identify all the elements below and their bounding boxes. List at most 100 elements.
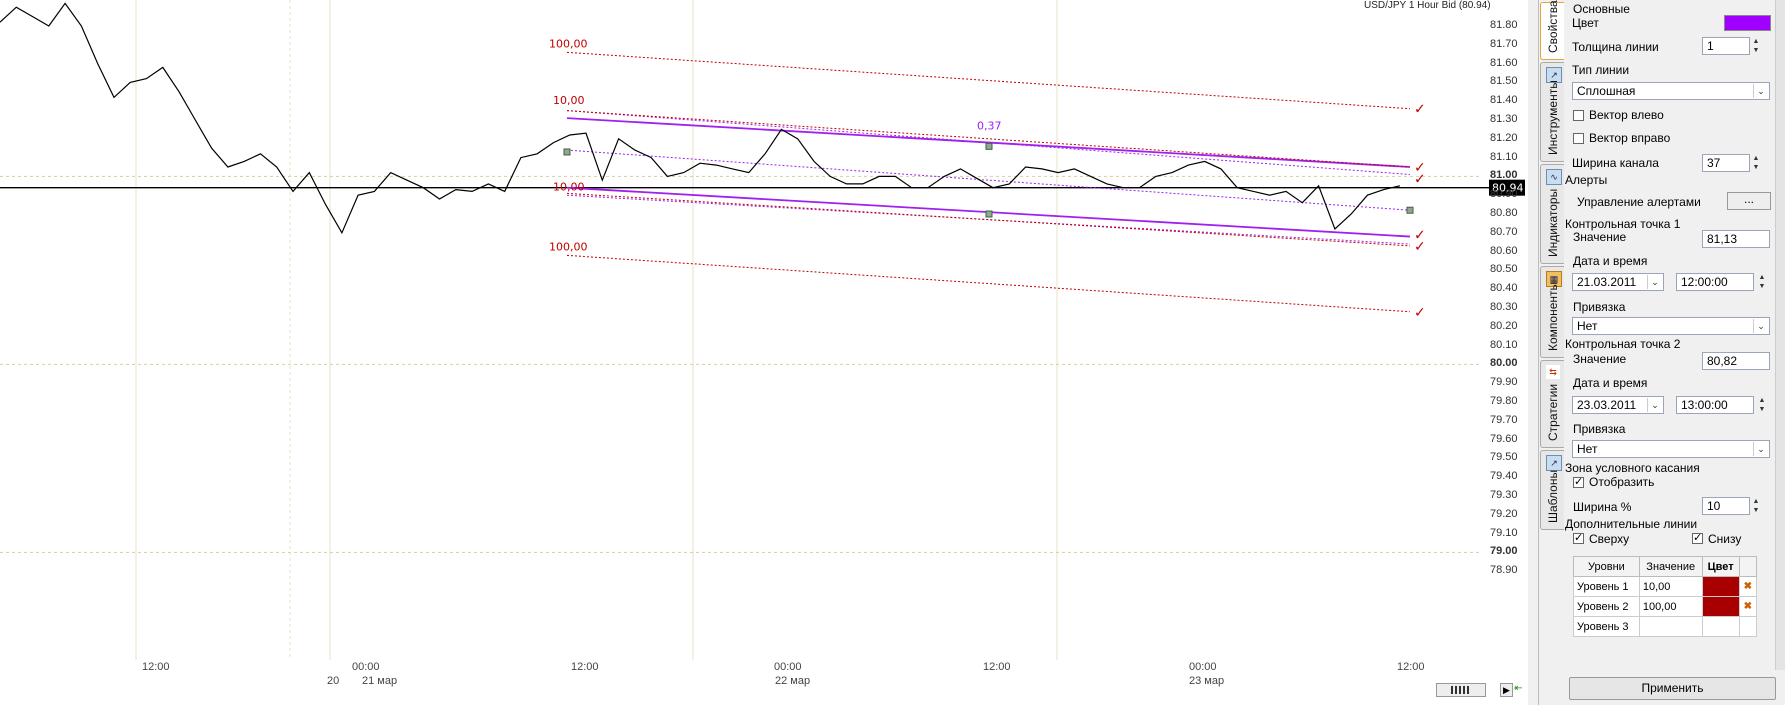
level-color-swatch[interactable] <box>1701 576 1740 597</box>
chart-area[interactable]: 80.94 100,00 10,00 10,00 100,00 0,37 ✓ ✓ ✓ ✓ ✓ ✓ US… <box>0 0 1528 705</box>
action-column-header <box>1738 556 1758 577</box>
apply-button[interactable]: Применить <box>1569 677 1776 700</box>
price-tick-label: 81.70 <box>1490 37 1518 50</box>
alert-check-icon: ✓ <box>1414 305 1426 321</box>
level-color-swatch[interactable] <box>1701 616 1740 637</box>
level-name: Уровень 3 <box>1573 616 1640 637</box>
price-tick-label: 81.40 <box>1490 94 1518 107</box>
indicators-icon: ∿ <box>1546 169 1562 185</box>
scrollbar-thumb[interactable] <box>1451 686 1469 694</box>
price-tick-label: 81.80 <box>1490 19 1518 31</box>
price-chart[interactable]: 80.94100,0010,0010,00100,000,37✓✓✓✓✓✓ <box>0 0 1528 705</box>
price-tick-label: 81.20 <box>1490 131 1518 144</box>
table-row[interactable]: Уровень 2 100,00 ✖ <box>1573 596 1758 617</box>
section-control-point-1: Контрольная точка 1 <box>1565 217 1681 231</box>
tab-label: Компоненты <box>1546 281 1560 351</box>
level-value[interactable]: 100,00 <box>1638 596 1703 617</box>
chevron-down-icon[interactable]: ⌄ <box>1647 398 1662 412</box>
color-picker[interactable] <box>1724 15 1771 31</box>
levels-column-header[interactable]: Уровни <box>1573 556 1640 577</box>
delete-icon[interactable]: ✖ <box>1738 576 1758 597</box>
zone-width-label: Ширина % <box>1573 500 1632 514</box>
table-row[interactable]: Уровень 3 <box>1573 616 1758 637</box>
table-row[interactable]: Уровень 1 10,00 ✖ <box>1573 576 1758 597</box>
vector-left-label: Вектор влево <box>1589 108 1664 122</box>
price-tick-label: 81.10 <box>1490 150 1518 163</box>
tab-strategies[interactable]: ⇆ Стратегии <box>1540 360 1565 448</box>
time-tick-label: 12:00 <box>142 661 170 673</box>
zone-width-spinner[interactable]: ▲ ▼ <box>1750 497 1762 515</box>
delete-icon[interactable]: ✖ <box>1738 596 1758 617</box>
line-type-select[interactable]: Сплошная ⌄ <box>1572 82 1770 100</box>
vector-right-checkbox[interactable] <box>1573 133 1584 144</box>
zone-show-checkbox[interactable]: ✓ <box>1573 477 1584 488</box>
time-tick-label: 12:00 <box>983 661 1011 673</box>
price-tick-label: 79.80 <box>1490 395 1518 407</box>
date-tick-label: 22 мар <box>775 675 811 687</box>
alerts-manage-button[interactable]: ... <box>1727 192 1771 210</box>
channel-width-spinner[interactable]: ▲ ▼ <box>1750 154 1762 172</box>
chevron-down-icon[interactable]: ⌄ <box>1753 319 1768 333</box>
date-tick-label: 21 мар <box>362 675 398 687</box>
price-tick-label: 79.10 <box>1490 526 1518 539</box>
cp2-time-field[interactable]: 13:00:00 <box>1676 396 1754 414</box>
tab-label: Инструменты <box>1546 80 1560 155</box>
price-tick-label: 81.00 <box>1490 169 1518 182</box>
value-column-header[interactable]: Значение <box>1638 556 1703 577</box>
level-color-swatch[interactable] <box>1701 596 1740 617</box>
section-extra-lines: Дополнительные линии <box>1565 517 1698 531</box>
scroll-to-end-icon[interactable]: ⇤ <box>1513 683 1524 695</box>
chevron-down-icon[interactable]: ⌄ <box>1753 84 1768 98</box>
cp2-binding-select[interactable]: Нет ⌄ <box>1572 440 1770 458</box>
cp2-value-label: Значение <box>1573 352 1627 366</box>
line-type-label: Тип линии <box>1572 63 1630 77</box>
channel-width-field[interactable]: 37 <box>1702 154 1750 172</box>
price-tick-label: 80.80 <box>1490 207 1518 219</box>
price-tick-label: 79.40 <box>1490 470 1518 483</box>
chevron-down-icon[interactable]: ⌄ <box>1753 442 1768 456</box>
tab-components[interactable]: ▦ Компоненты <box>1540 266 1565 358</box>
price-tick-label: 80.20 <box>1490 319 1518 332</box>
strategies-icon: ⇆ <box>1546 365 1560 379</box>
level-value[interactable]: 10,00 <box>1638 576 1703 597</box>
tab-templates[interactable]: ↗ Шаблоны <box>1540 450 1565 530</box>
horizontal-scrollbar[interactable] <box>1436 683 1486 697</box>
cp1-binding-label: Привязка <box>1573 300 1626 314</box>
price-tick-label: 79.30 <box>1490 489 1518 501</box>
tab-indicators[interactable]: ∿ Индикаторы <box>1540 164 1565 264</box>
cp2-binding-value: Нет <box>1577 442 1598 456</box>
chart-title: USD/JPY 1 Hour Bid (80.94) <box>1364 0 1491 11</box>
line-width-field[interactable]: 1 <box>1702 37 1750 55</box>
color-column-header[interactable]: Цвет <box>1701 556 1740 577</box>
price-tick-label: 81.50 <box>1490 75 1518 88</box>
scroll-right-button[interactable]: ▶ <box>1500 683 1513 697</box>
cp2-value-field[interactable]: 80,82 <box>1702 352 1770 370</box>
tab-properties[interactable]: Свойства <box>1540 0 1565 60</box>
level-value[interactable] <box>1638 616 1703 637</box>
extra-top-label: Сверху <box>1589 532 1630 546</box>
control-point-handle <box>985 142 993 150</box>
extra-top-checkbox[interactable]: ✓ <box>1573 533 1584 544</box>
cp2-date-picker[interactable]: 23.03.2011 ⌄ <box>1572 396 1664 414</box>
chevron-down-icon[interactable]: ⌄ <box>1647 275 1662 289</box>
cp1-time-spinner[interactable]: ▲ ▼ <box>1756 273 1768 291</box>
action-cell <box>1738 616 1758 637</box>
level-name: Уровень 2 <box>1573 596 1640 617</box>
vertical-tab-strip: Свойства ↗ Инструменты ∿ Индикаторы ▦ Ко… <box>1538 0 1565 705</box>
zone-width-field[interactable]: 10 <box>1702 497 1750 515</box>
time-tick-label: 12:00 <box>1397 661 1425 673</box>
panel-scrollbar[interactable] <box>1775 0 1785 670</box>
extra-bottom-checkbox[interactable]: ✓ <box>1692 533 1703 544</box>
cp1-date-value: 21.03.2011 <box>1577 275 1637 289</box>
cp1-value-field[interactable]: 81,13 <box>1702 230 1770 248</box>
cp1-date-picker[interactable]: 21.03.2011 ⌄ <box>1572 273 1664 291</box>
cp1-binding-select[interactable]: Нет ⌄ <box>1572 317 1770 335</box>
price-tick-label: 79.00 <box>1490 545 1518 558</box>
cp2-time-spinner[interactable]: ▲ ▼ <box>1756 396 1768 414</box>
line-width-spinner[interactable]: ▲ ▼ <box>1750 37 1762 55</box>
cp1-time-field[interactable]: 12:00:00 <box>1676 273 1754 291</box>
vector-left-checkbox[interactable] <box>1573 110 1584 121</box>
tab-tools[interactable]: ↗ Инструменты <box>1540 62 1565 162</box>
level-name: Уровень 1 <box>1573 576 1640 597</box>
price-tick-label: 79.70 <box>1490 413 1518 426</box>
